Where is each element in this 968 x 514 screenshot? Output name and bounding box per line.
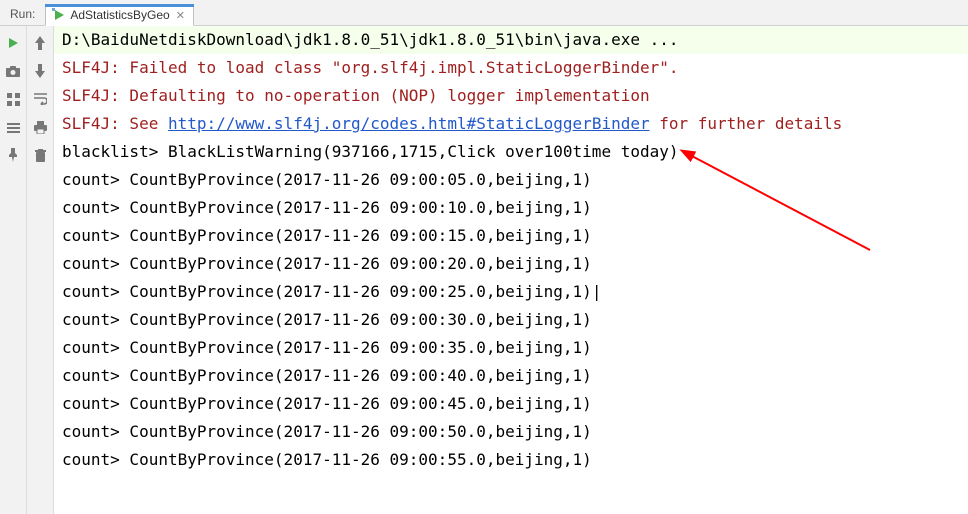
left-gutter-2: [27, 26, 54, 514]
left-gutter-1: [0, 26, 27, 514]
count-line: count> CountByProvince(2017-11-26 09:00:…: [54, 194, 968, 222]
run-tab[interactable]: AdStatisticsByGeo ✕: [45, 4, 194, 26]
slf4j-3-prefix: SLF4J: See: [62, 114, 168, 133]
count-line: count> CountByProvince(2017-11-26 09:00:…: [54, 278, 968, 306]
console-output[interactable]: D:\BaiduNetdiskDownload\jdk1.8.0_51\jdk1…: [54, 26, 968, 514]
slf4j-error-1: SLF4J: Failed to load class "org.slf4j.i…: [54, 54, 968, 82]
count-line: count> CountByProvince(2017-11-26 09:00:…: [54, 166, 968, 194]
exec-line: D:\BaiduNetdiskDownload\jdk1.8.0_51\jdk1…: [54, 26, 968, 54]
slf4j-link[interactable]: http://www.slf4j.org/codes.html#StaticLo…: [168, 114, 650, 133]
count-line: count> CountByProvince(2017-11-26 09:00:…: [54, 222, 968, 250]
collapse-button[interactable]: [2, 116, 24, 138]
rerun-button[interactable]: [2, 32, 24, 54]
tab-label: AdStatisticsByGeo: [70, 8, 169, 22]
count-line: count> CountByProvince(2017-11-26 09:00:…: [54, 446, 968, 474]
panel-title: Run:: [0, 3, 45, 25]
tab-active-indicator: [45, 4, 194, 7]
count-line: count> CountByProvince(2017-11-26 09:00:…: [54, 418, 968, 446]
panel-body: D:\BaiduNetdiskDownload\jdk1.8.0_51\jdk1…: [0, 26, 968, 514]
count-line: count> CountByProvince(2017-11-26 09:00:…: [54, 334, 968, 362]
slf4j-error-3: SLF4J: See http://www.slf4j.org/codes.ht…: [54, 110, 968, 138]
count-line: count> CountByProvince(2017-11-26 09:00:…: [54, 390, 968, 418]
count-line: count> CountByProvince(2017-11-26 09:00:…: [54, 250, 968, 278]
camera-button[interactable]: [2, 60, 24, 82]
exec-line-highlight: D:\BaiduNetdiskDownload\jdk1.8.0_51\jdk1…: [54, 26, 968, 54]
run-panel-header: Run: AdStatisticsByGeo ✕: [0, 0, 968, 26]
counts-container: count> CountByProvince(2017-11-26 09:00:…: [54, 166, 968, 474]
scroll-up-icon[interactable]: [29, 32, 51, 54]
slf4j-error-2: SLF4J: Defaulting to no-operation (NOP) …: [54, 82, 968, 110]
slf4j-3-suffix: for further details: [650, 114, 843, 133]
count-line: count> CountByProvince(2017-11-26 09:00:…: [54, 362, 968, 390]
layout-button[interactable]: [2, 88, 24, 110]
blacklist-line: blacklist> BlackListWarning(937166,1715,…: [54, 138, 968, 166]
delete-button[interactable]: [29, 144, 51, 166]
run-config-icon: [52, 8, 66, 22]
pin-button[interactable]: [2, 144, 24, 166]
count-line: count> CountByProvince(2017-11-26 09:00:…: [54, 306, 968, 334]
print-button[interactable]: [29, 116, 51, 138]
wrap-button[interactable]: [29, 88, 51, 110]
scroll-down-icon[interactable]: [29, 60, 51, 82]
close-icon[interactable]: ✕: [176, 9, 185, 22]
